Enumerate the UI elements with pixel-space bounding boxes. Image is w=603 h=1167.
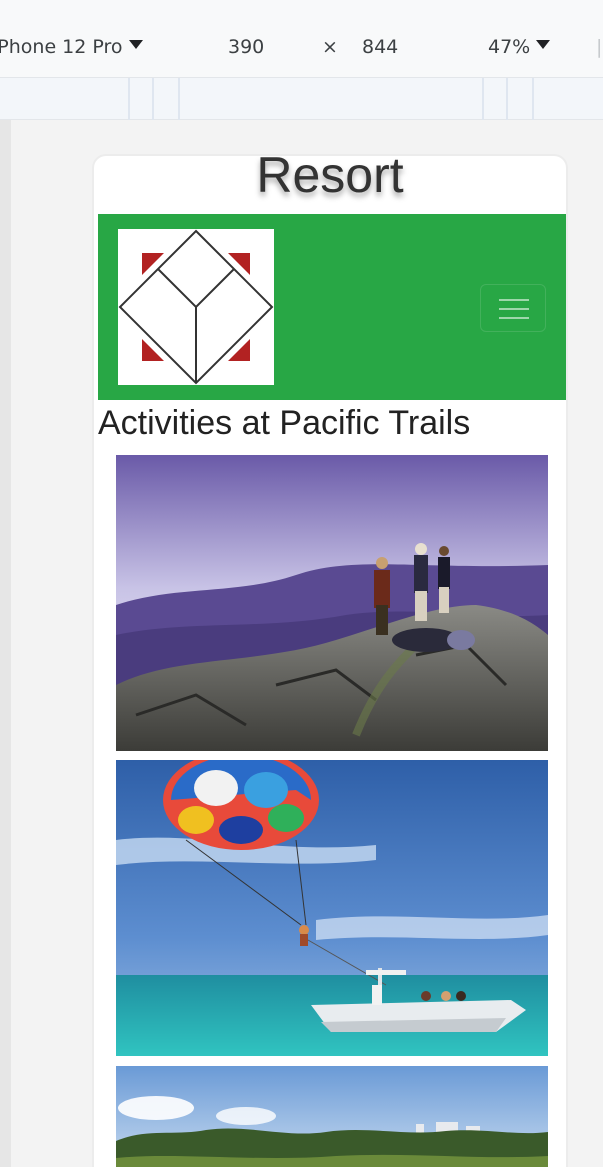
caret-down-icon	[536, 40, 551, 49]
device-select[interactable]: iPhone 12 Pro	[0, 36, 143, 58]
ruler-tick	[532, 78, 534, 120]
parasailing-photo	[116, 760, 548, 1056]
brand-logo[interactable]	[118, 229, 274, 385]
page-heading: Activities at Pacific Trails	[98, 404, 471, 442]
diamond-cube-logo-icon	[118, 229, 274, 385]
devtools-side-rail	[0, 120, 11, 1167]
hiking-photo	[116, 455, 548, 751]
media-query-ruler	[0, 78, 603, 120]
zoom-level: 47%	[488, 36, 531, 58]
overflow-divider: |	[596, 36, 603, 58]
site-title: Resort	[256, 154, 404, 203]
device-viewport: Resort Activities at Pacific Trails	[92, 154, 568, 1167]
menu-bar	[499, 299, 529, 301]
hamburger-menu-icon[interactable]	[480, 284, 546, 332]
device-name: iPhone 12 Pro	[0, 36, 123, 58]
dimension-separator: ×	[322, 36, 338, 58]
menu-bar	[499, 308, 529, 310]
viewport-width[interactable]: 390	[228, 36, 264, 58]
device-toolbar: iPhone 12 Pro 390 × 844 47% |	[0, 0, 603, 78]
navbar	[98, 214, 566, 400]
ruler-tick	[482, 78, 484, 120]
caret-down-icon	[128, 40, 143, 49]
golf-course-photo	[116, 1066, 548, 1167]
ruler-tick	[128, 78, 130, 120]
ruler-tick	[178, 78, 180, 120]
menu-bar	[499, 317, 529, 319]
ruler-tick	[152, 78, 154, 120]
zoom-select[interactable]: 47%	[488, 36, 551, 58]
ruler-tick	[506, 78, 508, 120]
viewport-height[interactable]: 844	[362, 36, 398, 58]
